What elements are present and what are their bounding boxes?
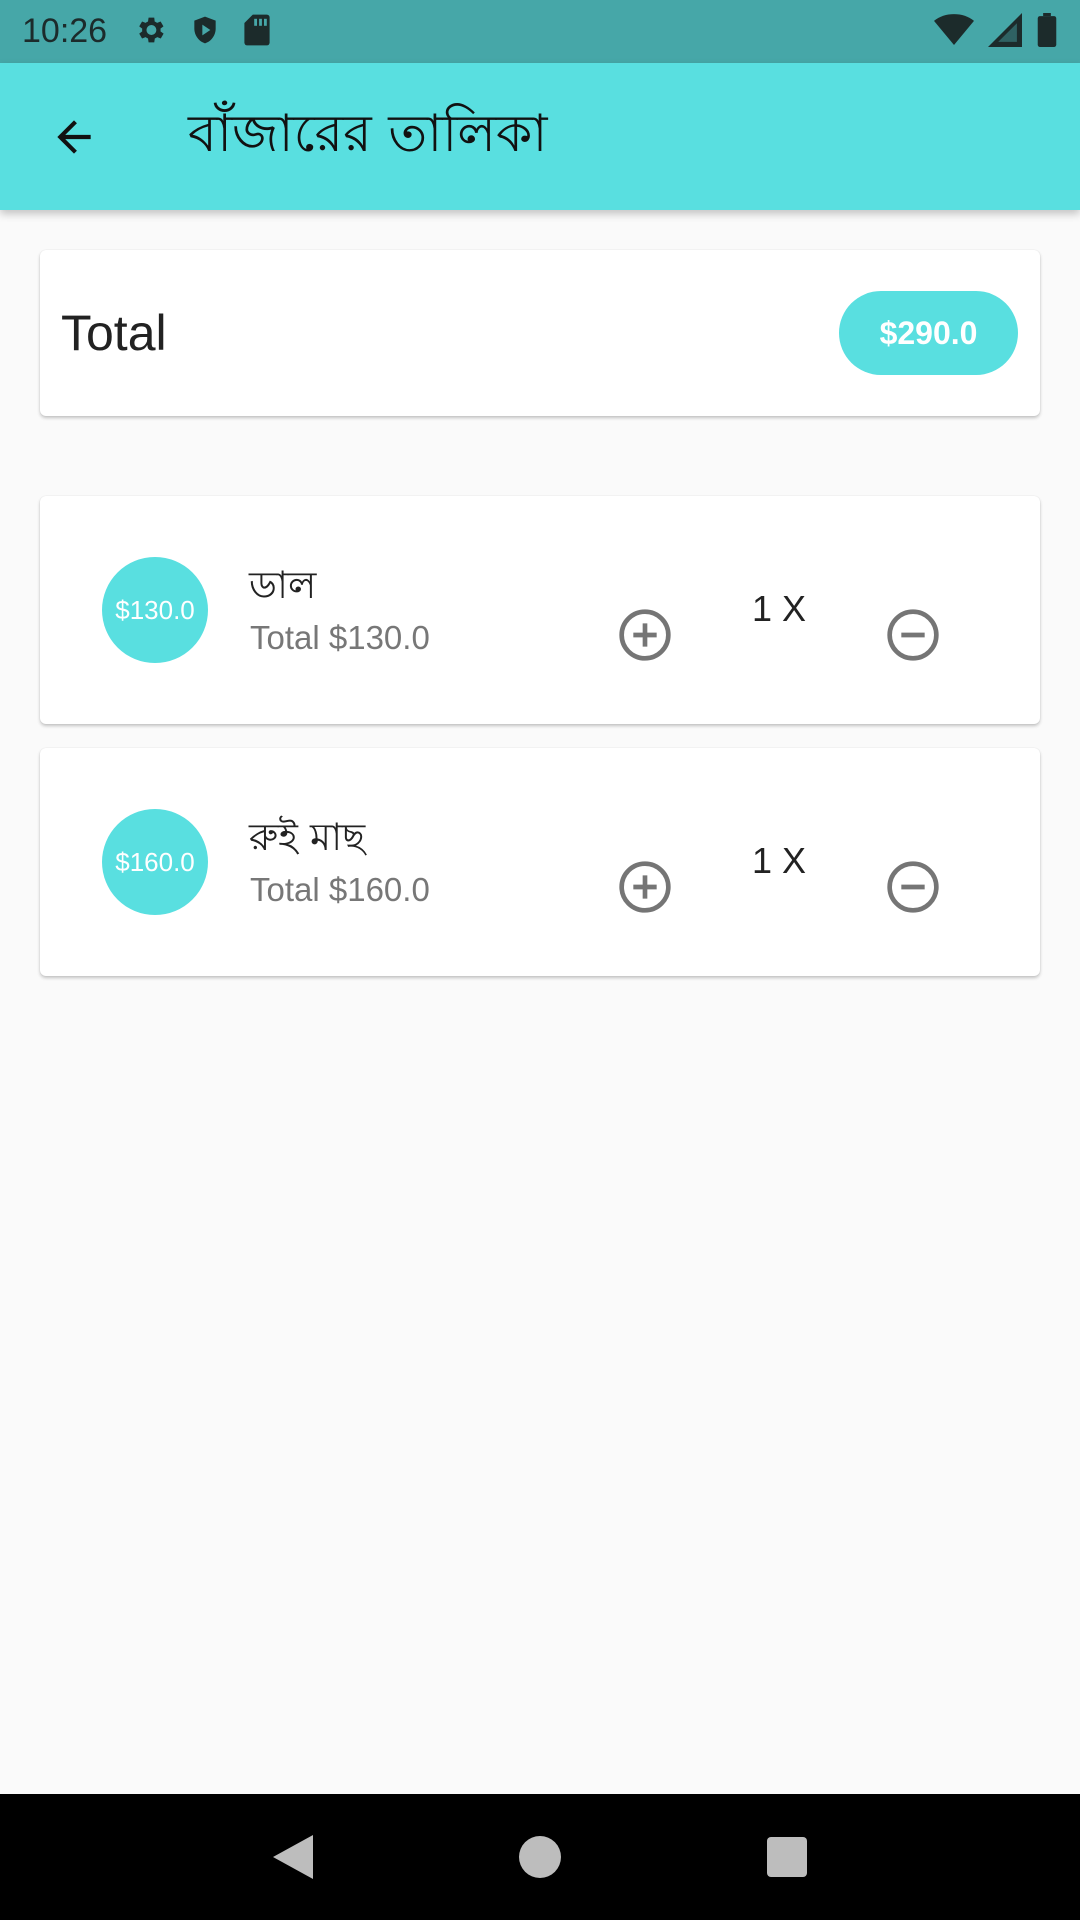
app-bar: বাঁজারের তালিকা	[0, 63, 1080, 210]
remove-circle-outline-icon	[887, 861, 939, 913]
settings-icon	[133, 13, 167, 51]
add-circle-outline-icon	[619, 861, 671, 913]
item-total: Total $130.0	[250, 619, 430, 656]
list-item: $160.0 রুই মাছ Total $160.0 1 X	[40, 748, 1040, 976]
arrow-back-icon	[57, 119, 91, 154]
square-recents-icon	[766, 1837, 807, 1877]
page-title: বাঁজারের তালিকা	[188, 104, 548, 164]
total-amount-badge: $290.0	[839, 291, 1018, 375]
item-name: ডাল	[249, 563, 317, 607]
navigation-bar	[0, 1794, 1080, 1920]
decrease-quantity-button[interactable]	[885, 607, 941, 663]
shield-icon	[189, 13, 221, 51]
circle-home-icon	[518, 1836, 561, 1878]
quantity-label: 1 X	[752, 840, 807, 881]
status-time: 10:26	[22, 12, 108, 50]
decrease-quantity-button[interactable]	[885, 859, 941, 915]
status-bar: 10:26	[0, 0, 1080, 63]
nav-back-button[interactable]	[253, 1817, 333, 1897]
increase-quantity-button[interactable]	[617, 859, 673, 915]
wifi-icon	[934, 13, 974, 51]
list-item: $130.0 ডাল Total $130.0 1 X	[40, 496, 1040, 724]
triangle-back-icon	[273, 1835, 314, 1879]
back-button[interactable]	[24, 87, 124, 187]
item-total: Total $160.0	[250, 871, 430, 908]
quantity-label: 1 X	[752, 588, 807, 629]
nav-recents-button[interactable]	[747, 1817, 827, 1897]
increase-quantity-button[interactable]	[617, 607, 673, 663]
total-card: Total $290.0	[40, 250, 1040, 416]
price-avatar: $130.0	[102, 557, 208, 663]
signal-icon	[988, 12, 1022, 51]
remove-circle-outline-icon	[887, 609, 939, 661]
nav-home-button[interactable]	[500, 1817, 580, 1897]
item-name: রুই মাছ	[249, 815, 366, 859]
add-circle-outline-icon	[619, 609, 671, 661]
total-label: Total	[61, 305, 167, 361]
sd-card-icon	[243, 13, 271, 51]
battery-icon	[1036, 12, 1058, 51]
price-avatar: $160.0	[102, 809, 208, 915]
